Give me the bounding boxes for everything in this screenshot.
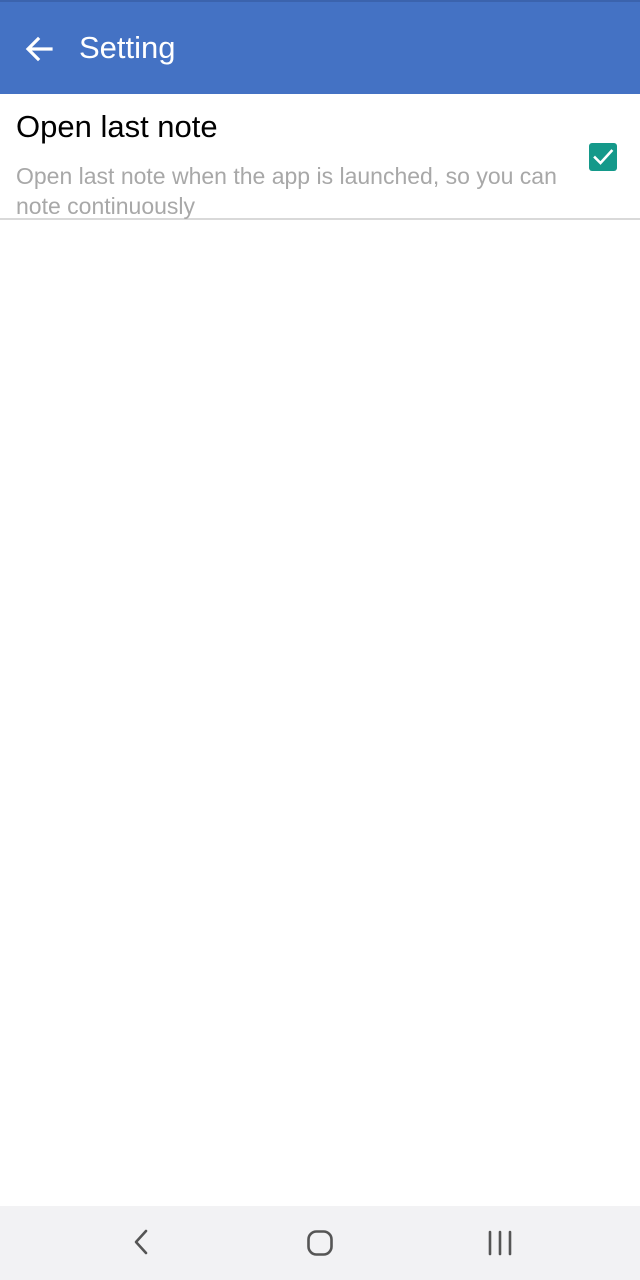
chevron-left-icon xyxy=(134,1229,148,1255)
preference-open-last-note[interactable]: Open last note Open last note when the a… xyxy=(0,94,640,220)
page-title: Setting xyxy=(79,30,176,65)
system-recents-button[interactable] xyxy=(476,1220,524,1266)
settings-screen: Setting Open last note Open last note wh… xyxy=(0,0,640,1280)
back-button[interactable] xyxy=(16,26,62,72)
app-bar: Setting xyxy=(0,0,640,94)
checkmark-icon xyxy=(593,149,614,165)
system-navigation-bar xyxy=(0,1206,640,1280)
recents-bars-icon xyxy=(488,1230,512,1256)
home-rounded-square-icon xyxy=(307,1230,333,1256)
preference-summary: Open last note when the app is launched,… xyxy=(16,163,557,219)
arrow-back-icon xyxy=(25,36,53,62)
open-last-note-checkbox[interactable] xyxy=(589,143,617,171)
preference-title: Open last note xyxy=(16,109,218,144)
system-home-button[interactable] xyxy=(296,1220,344,1266)
system-back-button[interactable] xyxy=(118,1220,166,1266)
